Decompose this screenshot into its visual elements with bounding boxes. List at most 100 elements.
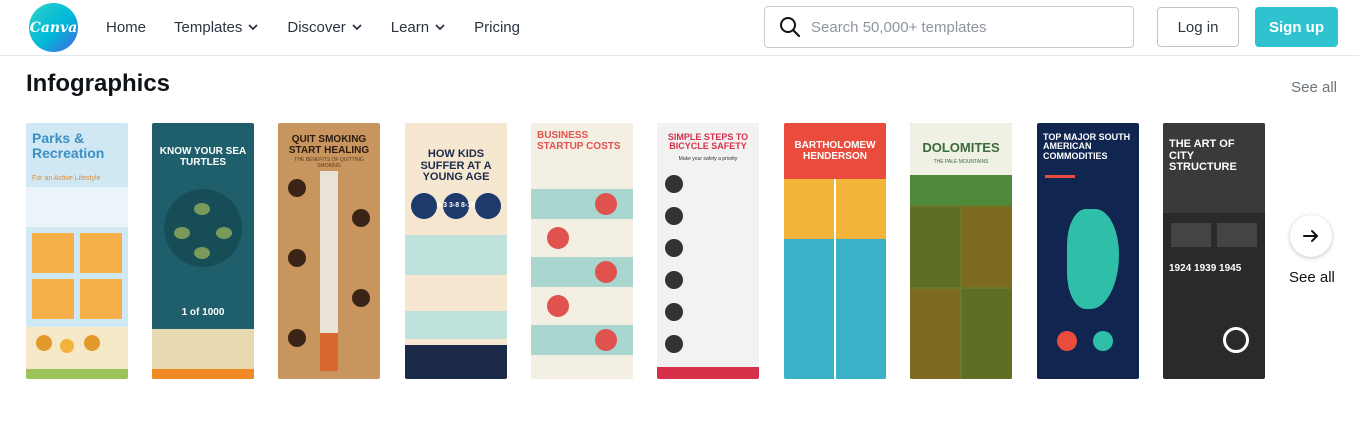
nav-discover[interactable]: Discover bbox=[287, 19, 362, 36]
card-title: TOP MAJOR SOUTH AMERICAN COMMODITIES bbox=[1043, 132, 1131, 161]
card-subtitle: 1924 1939 1945 bbox=[1169, 263, 1242, 274]
card-decor bbox=[288, 249, 306, 267]
card-decor bbox=[531, 325, 633, 355]
logo-text: Canva bbox=[29, 19, 78, 36]
card-decor bbox=[194, 203, 210, 215]
carousel-see-all[interactable]: See all bbox=[1289, 269, 1335, 286]
card-decor bbox=[288, 179, 306, 197]
card-decor bbox=[194, 247, 210, 259]
card-decor bbox=[910, 207, 960, 287]
card-subtitle: For an Active Lifestyle bbox=[32, 175, 101, 182]
signup-button[interactable]: Sign up bbox=[1255, 7, 1338, 47]
card-decor bbox=[962, 289, 1012, 379]
card-decor bbox=[1045, 175, 1075, 178]
template-card-bicycle-safety[interactable]: SIMPLE STEPS TO BICYCLE SAFETY Make your… bbox=[657, 123, 759, 379]
nav-learn[interactable]: Learn bbox=[391, 19, 446, 36]
template-card-commodities[interactable]: TOP MAJOR SOUTH AMERICAN COMMODITIES bbox=[1037, 123, 1139, 379]
card-decor bbox=[1057, 331, 1077, 351]
template-card-business-startup[interactable]: BUSINESS STARTUP COSTS bbox=[531, 123, 633, 379]
card-decor bbox=[910, 175, 1012, 205]
template-card-dolomites[interactable]: DOLOMITES THE PALE MOUNTAINS bbox=[910, 123, 1012, 379]
card-decor bbox=[80, 233, 122, 273]
card-decor bbox=[60, 339, 74, 353]
card-decor bbox=[152, 369, 254, 379]
card-decor bbox=[1067, 209, 1119, 309]
template-card-city-structure[interactable]: THE ART OF CITY STRUCTURE 1924 1939 1945 bbox=[1163, 123, 1265, 379]
card-decor bbox=[1093, 331, 1113, 351]
template-card-quit-smoking[interactable]: QUIT SMOKING START HEALING THE BENEFITS … bbox=[278, 123, 380, 379]
card-decor bbox=[352, 289, 370, 307]
card-decor bbox=[834, 179, 836, 379]
card-decor bbox=[1171, 223, 1211, 247]
card-decor bbox=[665, 303, 683, 321]
card-decor bbox=[26, 187, 128, 227]
top-navigation-bar: Canva Home Templates Discover Learn Pric… bbox=[0, 0, 1359, 56]
search-input[interactable] bbox=[811, 18, 1111, 36]
card-decor bbox=[962, 207, 1012, 287]
card-title: SIMPLE STEPS TO BICYCLE SAFETY bbox=[667, 132, 749, 152]
card-decor bbox=[32, 279, 74, 319]
card-decor bbox=[910, 289, 960, 379]
card-title: BUSINESS STARTUP COSTS bbox=[537, 130, 621, 152]
nav-discover-label: Discover bbox=[287, 18, 346, 36]
card-decor bbox=[547, 295, 569, 317]
card-subtitle: 0-3 3-8 8-15 bbox=[436, 202, 476, 209]
main-nav: Home Templates Discover Learn Pricing bbox=[106, 0, 548, 54]
card-subtitle: 1 of 1000 bbox=[181, 307, 225, 318]
carousel-next-button[interactable] bbox=[1290, 215, 1332, 257]
card-decor bbox=[1223, 327, 1249, 353]
chevron-down-icon bbox=[435, 24, 445, 31]
card-title: KNOW YOUR SEA TURTLES bbox=[159, 146, 247, 168]
card-decor bbox=[595, 193, 617, 215]
login-button[interactable]: Log in bbox=[1157, 7, 1239, 47]
card-decor bbox=[665, 335, 683, 353]
card-decor bbox=[288, 329, 306, 347]
card-decor bbox=[657, 367, 759, 379]
template-card-parks[interactable]: Parks & Recreation For an Active Lifesty… bbox=[26, 123, 128, 379]
card-decor bbox=[352, 209, 370, 227]
card-decor bbox=[531, 257, 633, 287]
card-subtitle: Make your safety a priority bbox=[678, 156, 738, 162]
card-decor bbox=[531, 189, 633, 219]
nav-learn-label: Learn bbox=[390, 18, 430, 36]
nav-home[interactable]: Home bbox=[106, 19, 146, 36]
card-decor bbox=[216, 227, 232, 239]
card-decor bbox=[405, 311, 507, 339]
card-title: Parks & Recreation bbox=[32, 130, 105, 161]
arrow-right-icon bbox=[1303, 230, 1318, 242]
card-decor bbox=[36, 335, 52, 351]
nav-templates-label: Templates bbox=[174, 18, 243, 36]
template-card-sea-turtles[interactable]: KNOW YOUR SEA TURTLES 1 of 1000 bbox=[152, 123, 254, 379]
card-decor bbox=[665, 239, 683, 257]
nav-pricing-label: Pricing bbox=[474, 18, 520, 36]
card-decor bbox=[405, 345, 507, 379]
card-decor bbox=[665, 271, 683, 289]
canva-logo[interactable]: Canva bbox=[29, 3, 78, 52]
see-all-link[interactable]: See all bbox=[1291, 79, 1337, 96]
search-box[interactable] bbox=[764, 6, 1134, 48]
card-title: BARTHOLOMEW HENDERSON bbox=[794, 140, 876, 162]
card-decor bbox=[665, 207, 683, 225]
card-decor bbox=[1217, 223, 1257, 247]
template-card-resume-timeline[interactable]: BARTHOLOMEW HENDERSON bbox=[784, 123, 886, 379]
card-decor bbox=[32, 233, 74, 273]
card-subtitle: THE BENEFITS OF QUITTING SMOKING bbox=[294, 157, 364, 169]
card-decor bbox=[595, 329, 617, 351]
card-decor bbox=[80, 279, 122, 319]
card-subtitle: THE PALE MOUNTAINS bbox=[933, 159, 989, 165]
card-decor bbox=[665, 175, 683, 193]
nav-pricing[interactable]: Pricing bbox=[474, 19, 520, 36]
card-decor bbox=[320, 333, 338, 371]
search-icon bbox=[780, 17, 801, 38]
card-title: HOW KIDS SUFFER AT A YOUNG AGE bbox=[420, 148, 492, 184]
card-decor bbox=[595, 261, 617, 283]
chevron-down-icon bbox=[248, 24, 259, 31]
card-title: DOLOMITES bbox=[922, 140, 1000, 155]
card-decor bbox=[84, 335, 100, 351]
card-title: THE ART OF CITY STRUCTURE bbox=[1169, 138, 1237, 174]
card-decor bbox=[152, 329, 254, 369]
card-title: QUIT SMOKING START HEALING bbox=[288, 134, 370, 156]
nav-templates[interactable]: Templates bbox=[174, 19, 259, 36]
nav-home-label: Home bbox=[106, 18, 147, 36]
template-card-how-kids[interactable]: HOW KIDS SUFFER AT A YOUNG AGE 0-3 3-8 8… bbox=[405, 123, 507, 379]
